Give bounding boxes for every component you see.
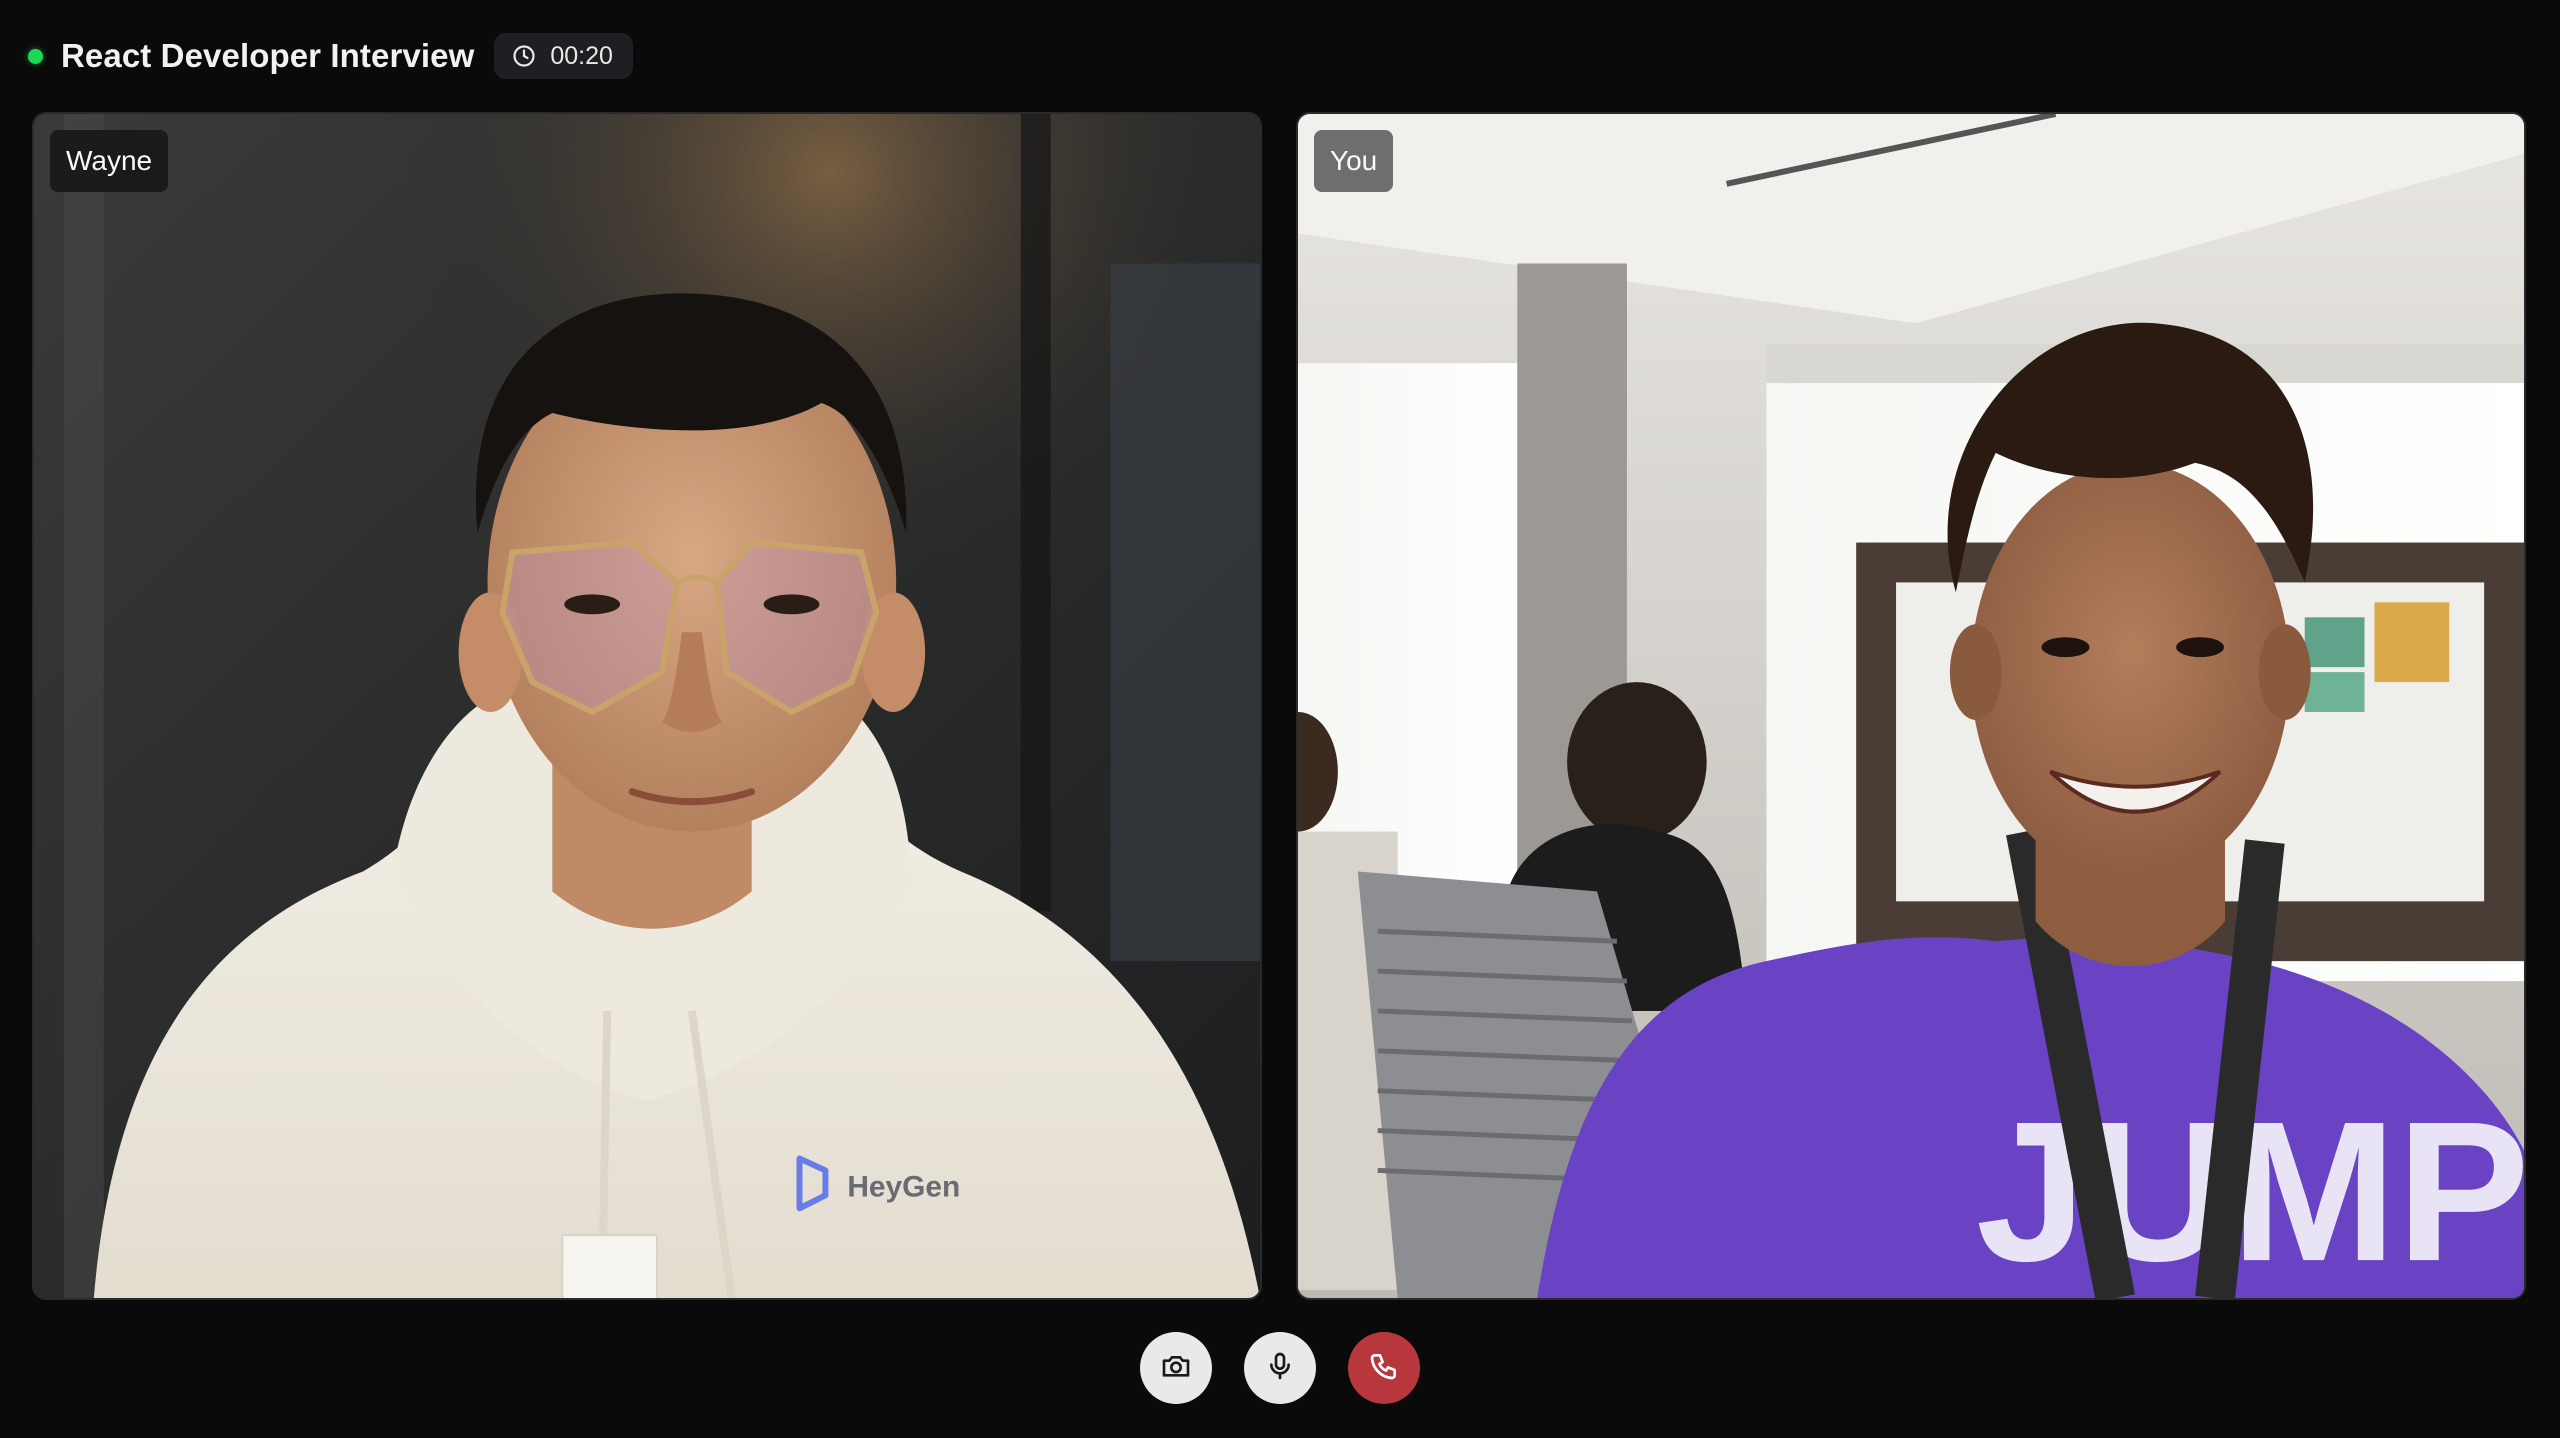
participant-name: Wayne [66, 145, 153, 176]
live-indicator [28, 48, 43, 64]
microphone-toggle-button[interactable] [1244, 1332, 1316, 1404]
shirt-logo-text: HeyGen [847, 1170, 960, 1203]
clock-icon [512, 44, 536, 68]
camera-toggle-button[interactable] [1140, 1332, 1212, 1404]
call-title: React Developer Interview [61, 37, 475, 74]
call-controls [0, 1332, 2560, 1404]
end-call-button[interactable] [1348, 1332, 1420, 1404]
microphone-icon [1264, 1350, 1296, 1387]
camera-icon [1160, 1350, 1192, 1387]
phone-icon [1368, 1350, 1400, 1387]
call-header: React Developer Interview 00:20 [28, 30, 633, 82]
participant-video: HeyGen [34, 114, 1260, 1298]
timer-value: 00:20 [550, 41, 613, 70]
video-call-window: React Developer Interview 00:20 HeyGen W… [0, 0, 2560, 1438]
video-tile-wayne[interactable]: HeyGen Wayne [32, 112, 1262, 1300]
participant-name-tag: Wayne [50, 130, 169, 192]
call-timer: 00:20 [494, 33, 633, 79]
participant-name: You [1330, 145, 1378, 176]
participant-name-tag: You [1314, 130, 1394, 192]
self-video: JUMP [1298, 114, 2524, 1298]
video-tile-self[interactable]: JUMP You [1296, 112, 2526, 1300]
